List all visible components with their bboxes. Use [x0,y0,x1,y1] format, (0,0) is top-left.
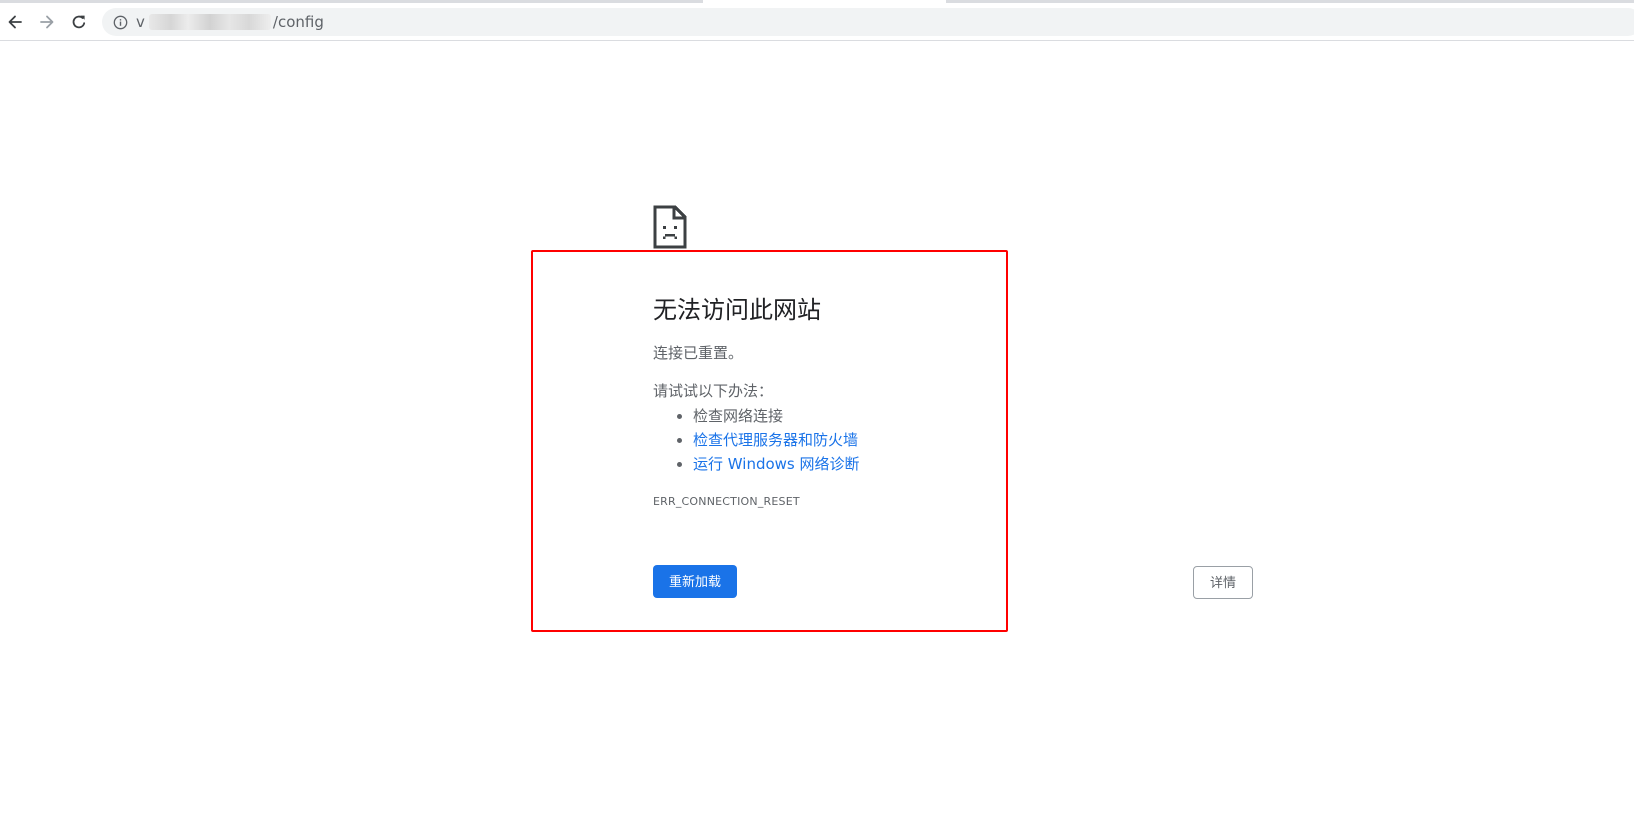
redacted-hostname [148,14,271,30]
reload-icon [72,15,86,29]
suggestion-check-network: 检查网络连接 [653,404,860,428]
details-button[interactable]: 详情 [1193,566,1253,599]
sad-document-icon [653,205,687,249]
url-text[interactable]: v /config [136,13,324,31]
error-page: 无法访问此网站 连接已重置。 请试试以下办法： 检查网络连接 检查代理服务器和防… [0,41,1634,839]
url-host-prefix: v [136,13,145,31]
error-code: ERR_CONNECTION_RESET [653,495,800,508]
suggestion-check-proxy-firewall-link[interactable]: 检查代理服务器和防火墙 [653,428,860,452]
address-bar[interactable]: v /config [102,8,1634,36]
error-heading: 无法访问此网站 [653,296,821,324]
forward-arrow-icon [40,15,54,29]
forward-button[interactable] [35,10,59,34]
suggestion-windows-diagnostics-link[interactable]: 运行 Windows 网络诊断 [653,452,860,476]
inactive-tab-edge-right [946,0,1634,3]
suggestions-heading: 请试试以下办法： [653,382,774,400]
url-path: /config [272,13,324,31]
reload-button[interactable] [67,10,91,34]
info-icon[interactable] [112,14,128,30]
reload-page-button[interactable]: 重新加载 [653,565,737,598]
error-summary: 连接已重置。 [653,344,744,362]
back-arrow-icon [8,15,22,29]
suggestions-list: 检查网络连接 检查代理服务器和防火墙 运行 Windows 网络诊断 [653,404,860,476]
inactive-tab-edge-left [0,0,703,3]
back-button[interactable] [3,10,27,34]
browser-toolbar: v /config [0,4,1634,41]
